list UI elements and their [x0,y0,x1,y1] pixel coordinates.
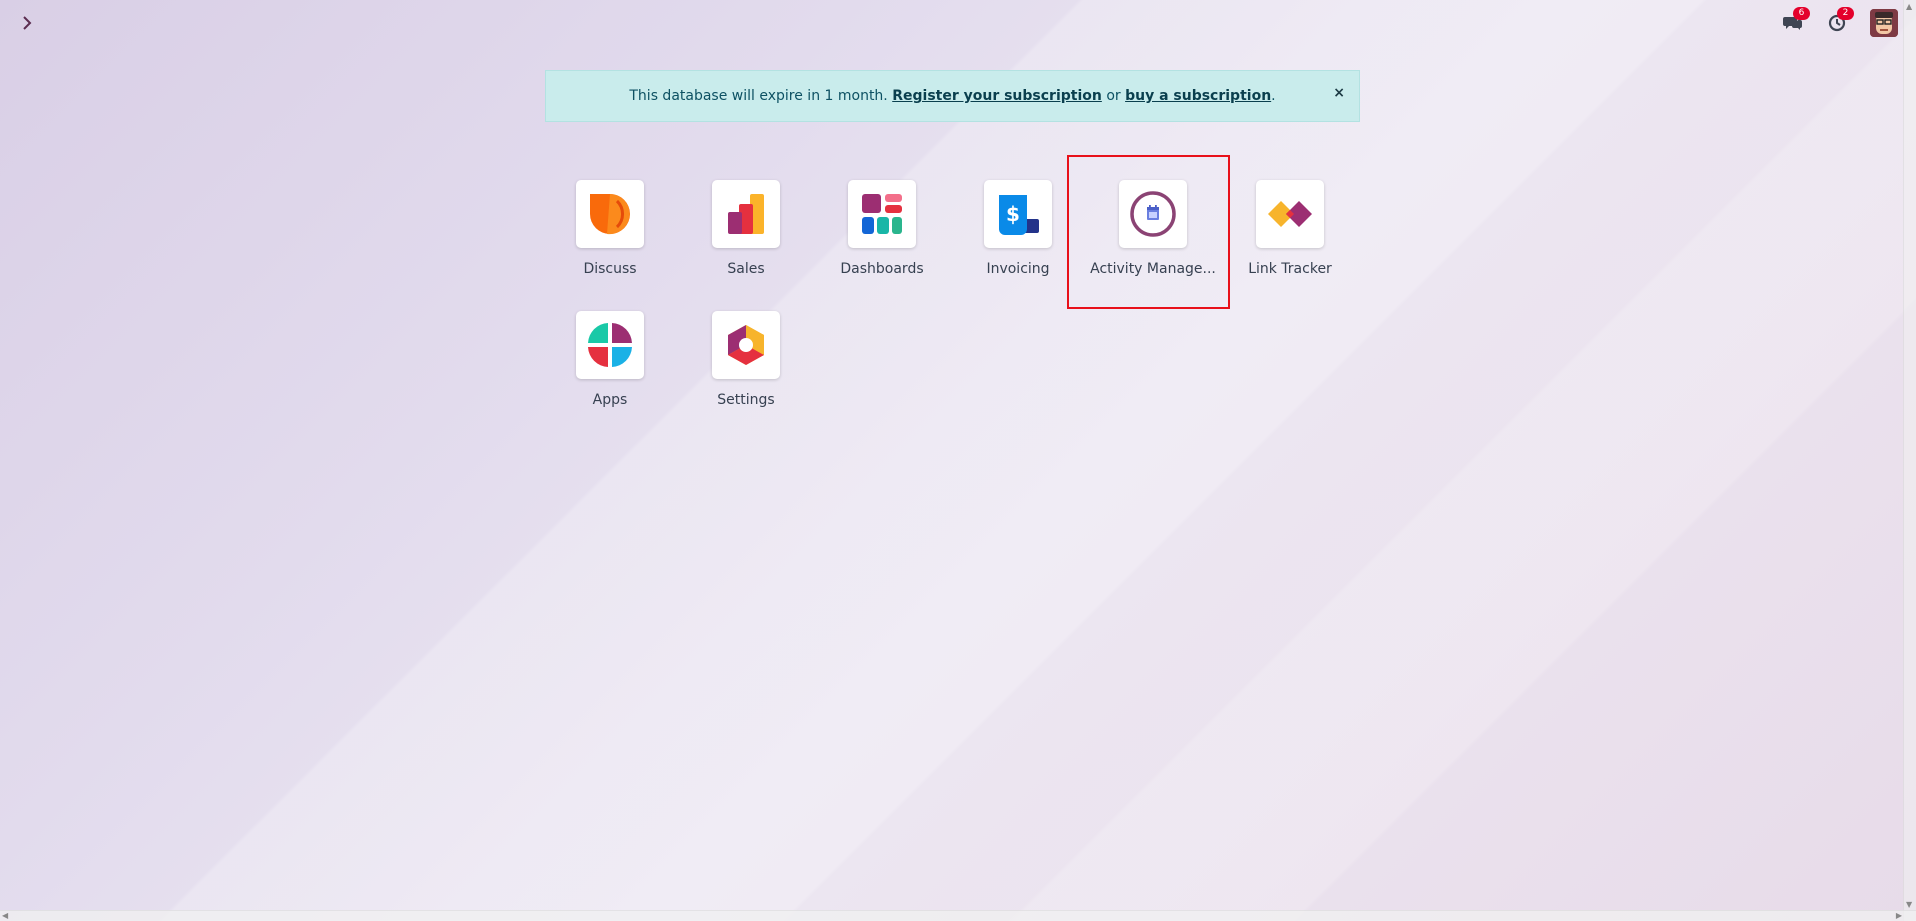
app-label: Settings [717,392,775,408]
app-label: Invoicing [986,261,1050,277]
apps-icon [576,311,644,379]
alert-message: This database will expire in 1 month. [629,88,888,104]
app-dashboards[interactable]: Dashboards [814,180,950,277]
subscription-alert: This database will expire in 1 month. Re… [545,70,1360,122]
app-apps[interactable]: Apps [542,311,678,408]
app-discuss[interactable]: Discuss [542,180,678,277]
svg-text:$: $ [1006,202,1020,226]
systray: 6 2 [1762,7,1898,37]
app-label: Sales [727,261,765,277]
activities-badge: 2 [1837,7,1854,20]
discuss-icon [576,180,644,248]
alert-close-button[interactable]: × [1333,85,1345,101]
register-subscription-link[interactable]: Register your subscription [892,88,1102,104]
dashboards-icon [848,180,916,248]
buy-subscription-link[interactable]: buy a subscription [1125,88,1271,104]
app-sales[interactable]: Sales [678,180,814,277]
app-label: Activity Manage... [1090,261,1216,277]
background-stripe [0,0,1916,921]
scroll-up-icon[interactable]: ▲ [1906,2,1912,11]
scroll-left-icon[interactable]: ◀ [2,911,8,920]
alert-or-text: or [1106,88,1121,104]
sidebar-toggle-chevron-icon[interactable] [16,12,38,34]
settings-icon [712,311,780,379]
invoicing-icon: $ [984,180,1052,248]
activities-clock-icon[interactable]: 2 [1824,7,1854,36]
link-tracker-icon [1256,180,1324,248]
app-link-tracker[interactable]: Link Tracker [1222,180,1358,277]
alert-period: . [1271,88,1276,104]
app-label: Dashboards [840,261,924,277]
horizontal-scrollbar[interactable]: ◀ ▶ [0,910,1916,921]
activity-management-icon [1119,180,1187,248]
app-label: Link Tracker [1248,261,1332,277]
messages-badge: 6 [1793,7,1810,20]
app-label: Discuss [583,261,637,277]
app-settings[interactable]: Settings [678,311,814,408]
scroll-right-icon[interactable]: ▶ [1896,911,1902,920]
background-stripe [0,0,1916,921]
app-label: Apps [592,392,628,408]
messages-icon[interactable]: 6 [1780,7,1810,36]
sales-icon [712,180,780,248]
vertical-scrollbar[interactable]: ▲ ▼ [1903,0,1916,921]
app-activity-management[interactable]: Activity Manage... [1085,180,1221,277]
user-avatar[interactable] [1870,9,1898,37]
scroll-down-icon[interactable]: ▼ [1906,900,1912,909]
app-invoicing[interactable]: $ Invoicing [950,180,1086,277]
